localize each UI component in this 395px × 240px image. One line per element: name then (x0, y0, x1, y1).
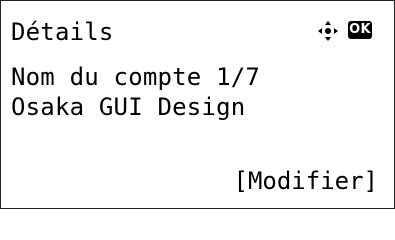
ok-key-icon[interactable]: OK (348, 21, 372, 39)
account-name-value: Osaka GUI Design (11, 93, 246, 121)
screen-title: Détails (11, 18, 114, 46)
directional-pad-icon (318, 21, 338, 41)
panel-screen: Détails OK Nom du compte 1/7 Osaka GUI D… (0, 0, 395, 209)
account-name-label: Nom du compte 1/7 (11, 63, 261, 91)
modify-softkey[interactable]: [Modifier] (234, 169, 379, 193)
